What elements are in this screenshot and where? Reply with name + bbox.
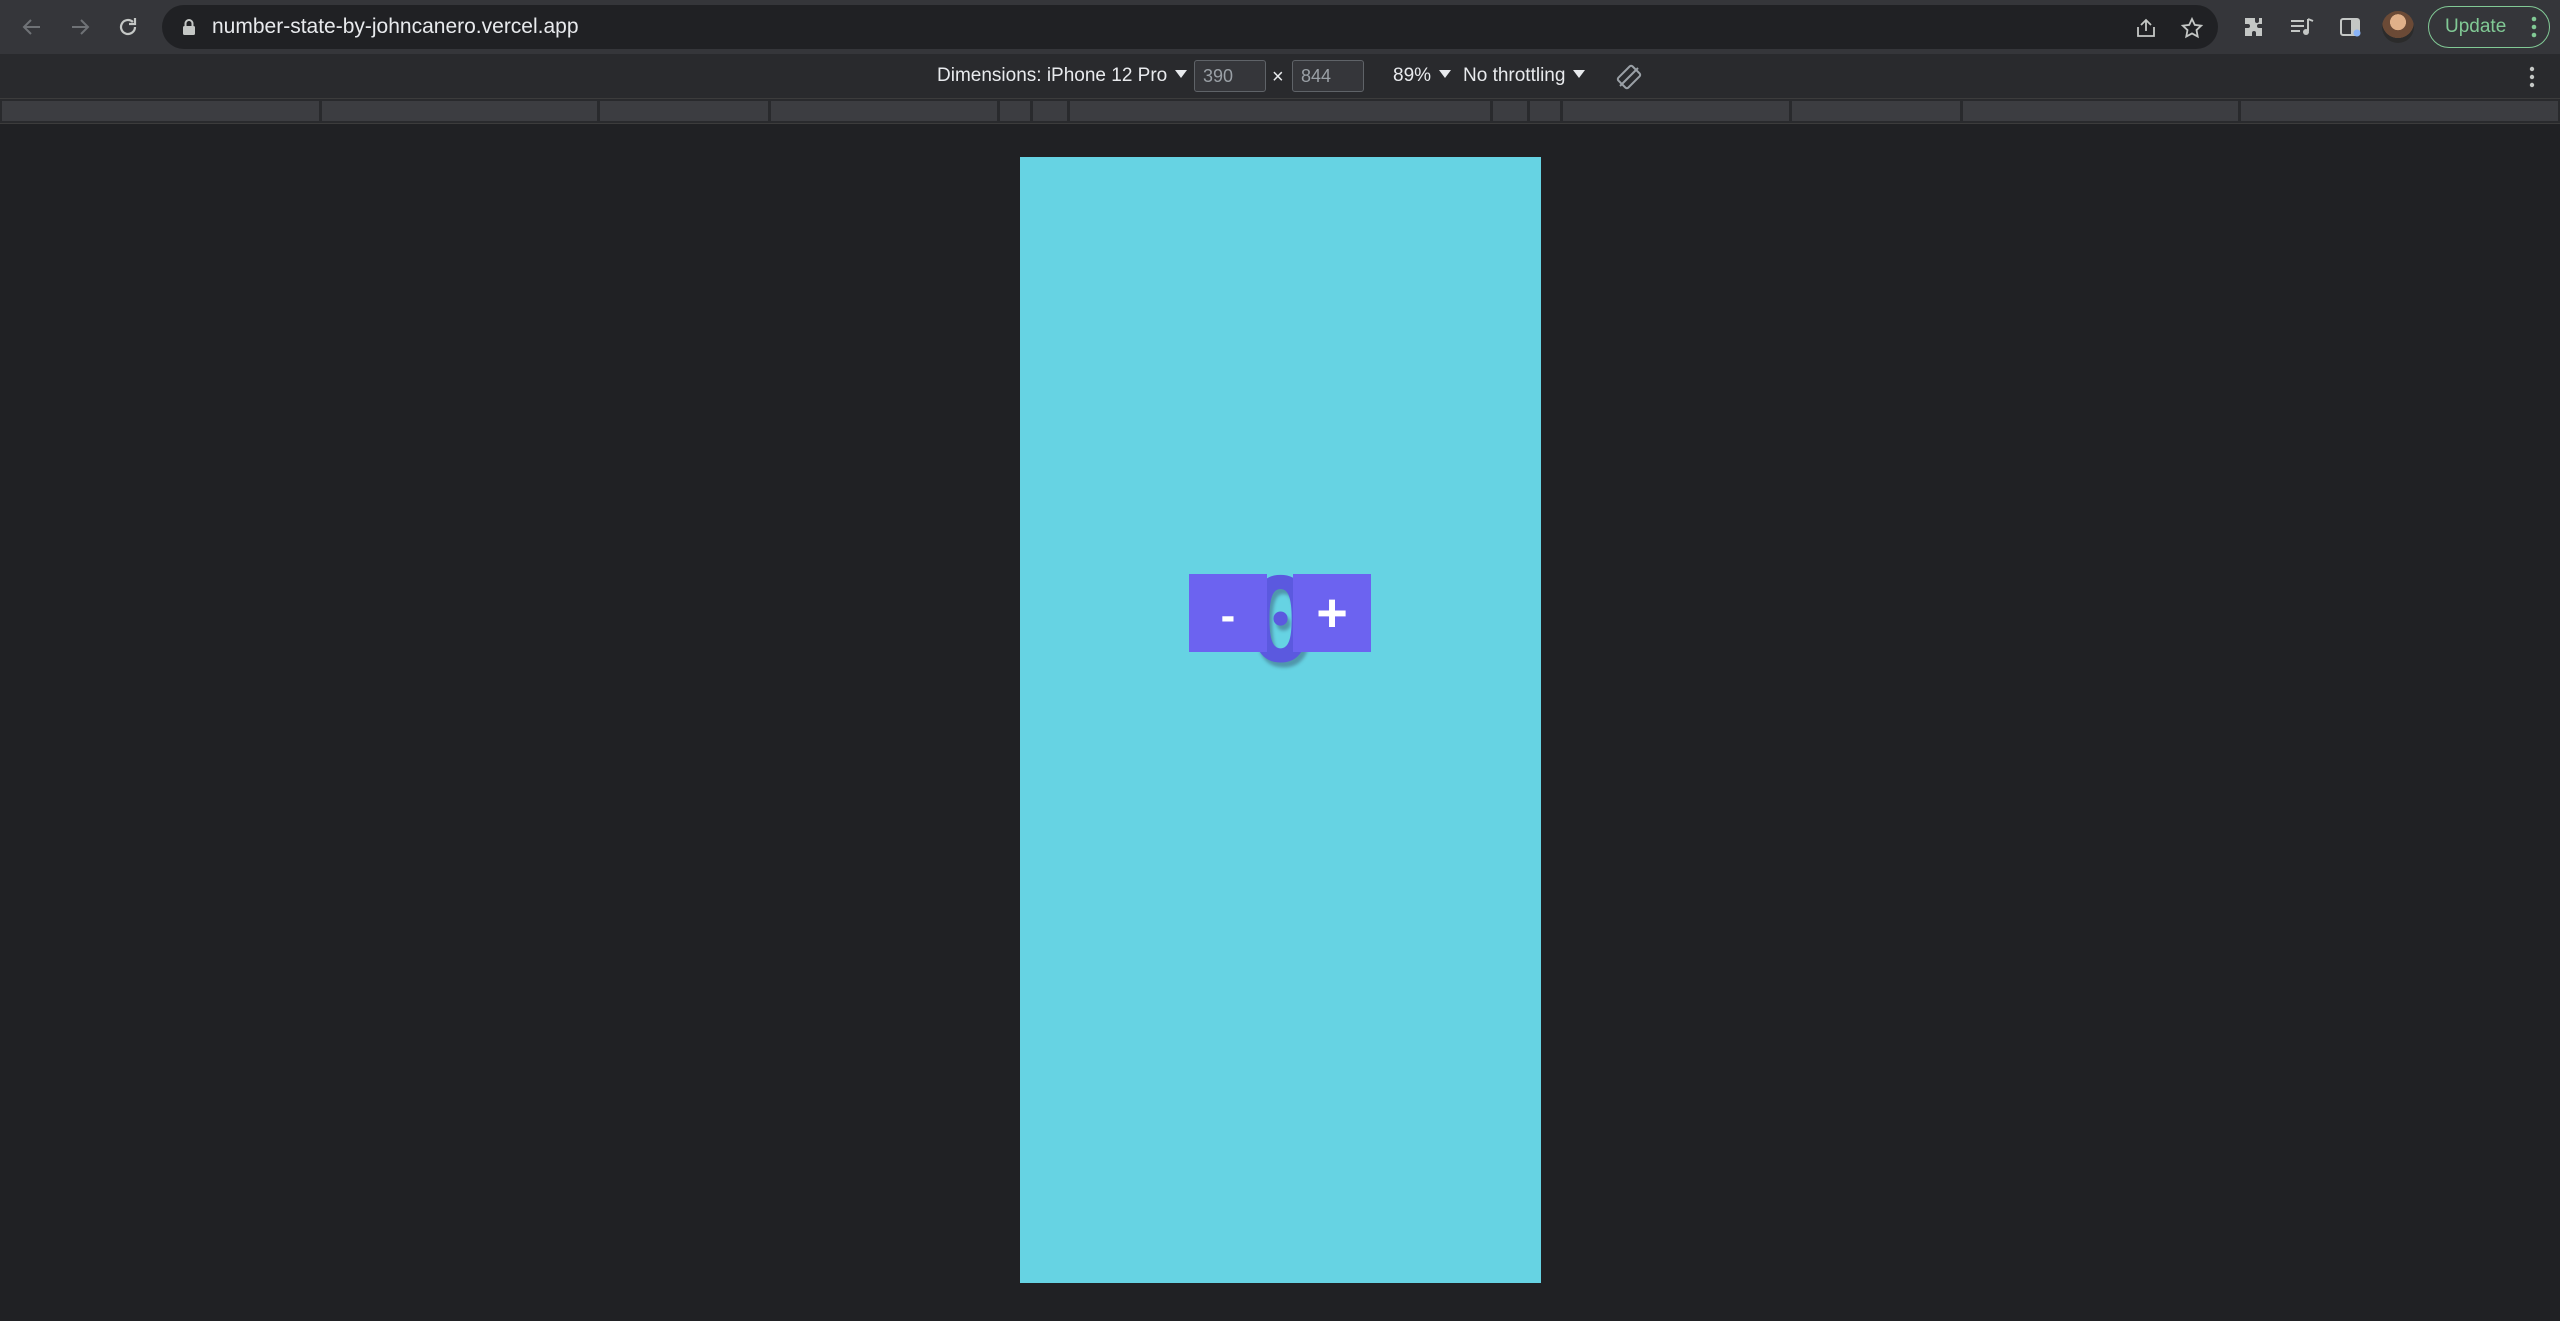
caret-down-icon: [1439, 69, 1452, 78]
bookmark-button[interactable]: [2176, 12, 2208, 44]
star-icon: [2180, 16, 2204, 39]
caret-down-icon: [1175, 69, 1188, 78]
media-query-segment[interactable]: [322, 101, 597, 121]
media-query-segment[interactable]: [1530, 101, 1560, 121]
forward-button[interactable]: [62, 9, 98, 45]
arrow-right-icon: [72, 19, 90, 35]
update-label: Update: [2445, 16, 2507, 37]
kebab-menu-icon: [2531, 16, 2537, 38]
media-query-segment[interactable]: [1493, 101, 1527, 121]
media-query-segment[interactable]: [1563, 101, 1789, 121]
address-bar[interactable]: number-state-by-johncanero.vercel.app: [162, 5, 2218, 49]
device-dimensions-label: Dimensions: iPhone 12 Pro: [937, 65, 1168, 86]
update-button[interactable]: Update: [2428, 6, 2550, 48]
url-text: number-state-by-johncanero.vercel.app: [212, 15, 579, 38]
browser-toolbar: number-state-by-johncanero.vercel.app Up…: [0, 0, 2560, 54]
media-query-segment[interactable]: [1070, 101, 1490, 121]
zoom-dropdown[interactable]: 89%: [1393, 54, 1452, 99]
media-query-segment[interactable]: [2, 101, 319, 121]
back-button[interactable]: [14, 9, 50, 45]
emulated-viewport: 0 - +: [1020, 157, 1541, 1283]
puzzle-icon: [2245, 18, 2262, 36]
lock-icon: [183, 19, 195, 35]
throttling-dropdown[interactable]: No throttling: [1463, 54, 1586, 99]
arrow-left-icon: [22, 19, 40, 35]
share-button[interactable]: [2130, 12, 2162, 44]
side-panel-button[interactable]: [2334, 11, 2366, 43]
dimension-separator: ×: [1272, 66, 1284, 88]
counter-value: 0: [1245, 554, 1316, 689]
media-queue-icon: [2291, 18, 2314, 35]
share-icon: [2137, 18, 2155, 37]
media-query-segment[interactable]: [600, 101, 768, 121]
reload-icon: [119, 18, 137, 36]
increment-button[interactable]: +: [1293, 574, 1371, 652]
rotate-icon[interactable]: [1616, 64, 1642, 90]
media-query-segment[interactable]: [2241, 101, 2558, 121]
side-panel-icon: [2340, 18, 2361, 37]
device-toolbar: Dimensions: iPhone 12 Pro × 89% No throt…: [0, 54, 2560, 99]
width-input[interactable]: [1194, 60, 1266, 92]
media-query-segment[interactable]: [771, 101, 997, 121]
media-controls-button[interactable]: [2286, 11, 2318, 43]
zoom-label: 89%: [1393, 65, 1432, 86]
reload-button[interactable]: [110, 9, 146, 45]
media-query-segment[interactable]: [1033, 101, 1067, 121]
decrement-button[interactable]: -: [1189, 574, 1267, 652]
caret-down-icon: [1573, 69, 1586, 78]
media-query-segment[interactable]: [1963, 101, 2238, 121]
media-query-segment[interactable]: [1000, 101, 1030, 121]
devtools-menu-icon[interactable]: [2524, 65, 2540, 89]
media-query-segment[interactable]: [1792, 101, 1960, 121]
device-dimensions-dropdown[interactable]: Dimensions: iPhone 12 Pro: [937, 54, 1188, 99]
height-input[interactable]: [1292, 60, 1364, 92]
extensions-button[interactable]: [2238, 11, 2270, 43]
media-query-bar: [0, 99, 2560, 124]
throttling-label: No throttling: [1463, 65, 1566, 86]
profile-avatar[interactable]: [2382, 11, 2414, 43]
